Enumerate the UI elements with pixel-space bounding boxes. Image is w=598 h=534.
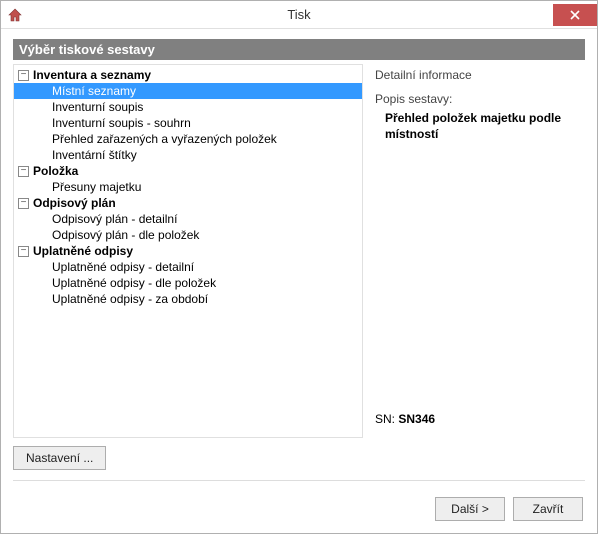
tree-group-label: Inventura a seznamy	[33, 68, 151, 82]
tree-item-label: Přesuny majetku	[52, 180, 358, 194]
app-icon	[7, 7, 23, 23]
tree-item[interactable]: Přehled zařazených a vyřazených položek	[14, 131, 362, 147]
tree-item-label: Uplatněné odpisy - za období	[52, 292, 358, 306]
print-dialog-window: Tisk Výběr tiskové sestavy −Inventura a …	[0, 0, 598, 534]
close-icon	[570, 10, 580, 20]
close-button[interactable]: Zavřít	[513, 497, 583, 521]
main-split: −Inventura a seznamyMístní seznamyInvent…	[13, 64, 585, 438]
tree-item-label: Přehled zařazených a vyřazených položek	[52, 132, 358, 146]
tree-group[interactable]: −Položka	[14, 163, 362, 179]
tree-item[interactable]: Odpisový plán - detailní	[14, 211, 362, 227]
detail-desc-label: Popis sestavy:	[375, 92, 583, 106]
window-title: Tisk	[1, 7, 597, 22]
tree-item-label: Uplatněné odpisy - detailní	[52, 260, 358, 274]
detail-panel: Detailní informace Popis sestavy: Přehle…	[371, 64, 585, 438]
tree-group[interactable]: −Uplatněné odpisy	[14, 243, 362, 259]
detail-title: Detailní informace	[375, 68, 583, 82]
settings-row: Nastavení ...	[13, 446, 585, 470]
report-tree[interactable]: −Inventura a seznamyMístní seznamyInvent…	[13, 64, 363, 438]
titlebar: Tisk	[1, 1, 597, 29]
tree-item[interactable]: Inventurní soupis - souhrn	[14, 115, 362, 131]
tree-item[interactable]: Uplatněné odpisy - dle položek	[14, 275, 362, 291]
expand-collapse-icon[interactable]: −	[18, 166, 29, 177]
tree-item[interactable]: Inventurní soupis	[14, 99, 362, 115]
expand-collapse-icon[interactable]: −	[18, 70, 29, 81]
settings-button[interactable]: Nastavení ...	[13, 446, 106, 470]
tree-item-label: Inventurní soupis - souhrn	[52, 116, 358, 130]
tree-item[interactable]: Odpisový plán - dle položek	[14, 227, 362, 243]
tree-item-label: Odpisový plán - dle položek	[52, 228, 358, 242]
tree-item[interactable]: Uplatněné odpisy - detailní	[14, 259, 362, 275]
sn-value: SN346	[398, 412, 435, 426]
expand-collapse-icon[interactable]: −	[18, 198, 29, 209]
sn-label: SN:	[375, 412, 395, 426]
tree-group-label: Uplatněné odpisy	[33, 244, 133, 258]
tree-item[interactable]: Uplatněné odpisy - za období	[14, 291, 362, 307]
next-button[interactable]: Další >	[435, 497, 505, 521]
tree-item-label: Inventární štítky	[52, 148, 358, 162]
detail-desc-text: Přehled položek majetku podle místností	[375, 110, 583, 142]
tree-group[interactable]: −Inventura a seznamy	[14, 67, 362, 83]
footer-buttons: Další > Zavřít	[1, 497, 597, 533]
divider	[13, 480, 585, 481]
section-header: Výběr tiskové sestavy	[13, 39, 585, 60]
content-area: Výběr tiskové sestavy −Inventura a sezna…	[1, 29, 597, 497]
tree-group-label: Položka	[33, 164, 78, 178]
tree-item-label: Místní seznamy	[52, 84, 358, 98]
detail-sn: SN: SN346	[375, 412, 583, 426]
close-window-button[interactable]	[553, 4, 597, 26]
tree-group-label: Odpisový plán	[33, 196, 116, 210]
tree-group[interactable]: −Odpisový plán	[14, 195, 362, 211]
tree-item[interactable]: Inventární štítky	[14, 147, 362, 163]
tree-item[interactable]: Přesuny majetku	[14, 179, 362, 195]
tree-item[interactable]: Místní seznamy	[14, 83, 362, 99]
expand-collapse-icon[interactable]: −	[18, 246, 29, 257]
tree-item-label: Inventurní soupis	[52, 100, 358, 114]
tree-item-label: Uplatněné odpisy - dle položek	[52, 276, 358, 290]
tree-item-label: Odpisový plán - detailní	[52, 212, 358, 226]
